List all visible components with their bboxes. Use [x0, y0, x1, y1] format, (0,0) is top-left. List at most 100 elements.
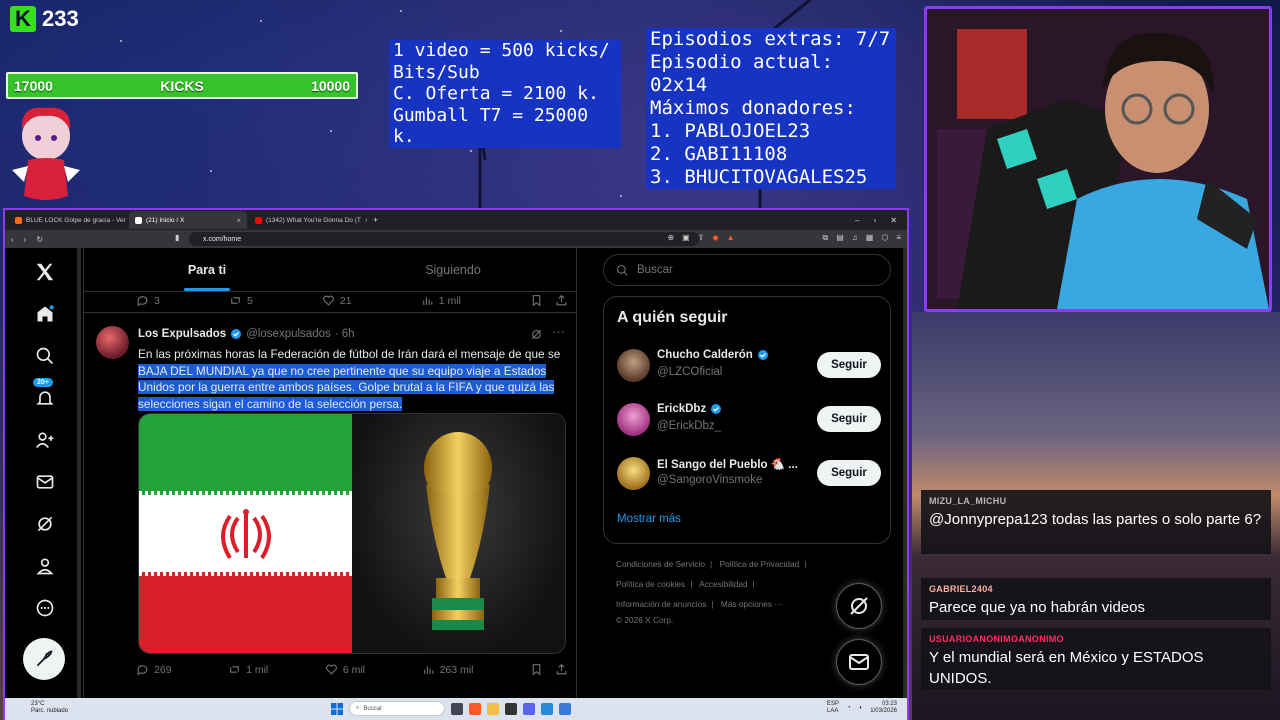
reload-icon[interactable]: ↻ — [36, 235, 43, 244]
footer-link[interactable]: Condiciones de Servicio — [616, 559, 705, 569]
reply-button[interactable]: 269 — [136, 663, 172, 676]
follow-name[interactable]: Chucho Calderón — [657, 349, 769, 361]
close-icon[interactable]: × — [365, 216, 367, 225]
tab-siguiendo[interactable]: Siguiendo — [330, 248, 576, 291]
browser-tab-active[interactable]: (21) Inicio / X × — [129, 211, 247, 229]
forward-icon[interactable]: › — [24, 235, 27, 244]
rewards-icon[interactable]: ▲ — [727, 233, 735, 243]
clock[interactable]: 03:23 1/03/2026 — [870, 701, 897, 715]
media-icon[interactable]: ♫ — [852, 233, 858, 243]
menu-icon[interactable]: ≡ — [896, 233, 901, 243]
avatar[interactable] — [617, 403, 650, 436]
follow-button[interactable]: Seguir — [817, 460, 881, 486]
maximize-icon[interactable]: ▫ — [873, 216, 876, 225]
profile-icon[interactable] — [31, 552, 59, 580]
zoom-icon[interactable]: ⊕ — [667, 233, 674, 243]
brave-icon[interactable] — [469, 702, 481, 715]
messages-button[interactable] — [836, 639, 882, 685]
tweet[interactable]: Los Expulsados @losexpulsados · 6h ··· E… — [84, 312, 576, 676]
footer-link[interactable]: Accesibilidad — [699, 579, 747, 589]
weather-widget[interactable]: 23°C Parc. nublado — [31, 701, 68, 715]
tab-title: BLUE LOCK Golpe de gracia - Ver — [26, 216, 126, 224]
close-window-icon[interactable]: ✕ — [890, 216, 897, 225]
wallet-icon[interactable]: ▦ — [866, 233, 874, 243]
avatar[interactable] — [617, 349, 650, 382]
sidebar-icon[interactable]: ▤ — [836, 233, 844, 243]
footer-link[interactable]: Información de anuncios — [616, 599, 706, 609]
views-button[interactable]: 1 mil — [421, 294, 461, 307]
task-view-icon[interactable] — [451, 702, 463, 715]
follow-button[interactable]: Seguir — [817, 352, 881, 378]
taskbar-search[interactable]: ⌕ Buscar — [349, 701, 445, 716]
follow-suggestion[interactable]: Chucho Calderón @LZCOficial Seguir — [617, 345, 881, 385]
share-icon[interactable]: ⇪ — [698, 233, 705, 243]
footer-link[interactable]: Política de Privacidad — [719, 559, 799, 569]
follow-button[interactable]: Seguir — [817, 406, 881, 432]
follow-suggestion[interactable]: El Sango del Pueblo 🐔 ... @SangoroVinsmo… — [617, 453, 881, 493]
search-input[interactable]: Buscar — [603, 254, 891, 286]
like-button[interactable]: 21 — [322, 294, 352, 307]
repost-button[interactable]: 1 mil — [228, 663, 268, 676]
more-icon[interactable] — [31, 594, 59, 622]
grok-icon[interactable] — [530, 328, 543, 341]
store-icon[interactable] — [541, 702, 553, 715]
bookmark-icon[interactable] — [530, 663, 543, 676]
search-icon: ⌕ — [356, 705, 360, 711]
vpn-icon[interactable]: ⬡ — [881, 233, 888, 243]
x-logo-icon[interactable] — [31, 258, 59, 286]
tweet-time[interactable]: · 6h — [335, 328, 355, 340]
reply-button[interactable]: 3 — [136, 294, 160, 307]
post-button[interactable] — [23, 638, 65, 680]
more-options-icon[interactable]: ··· — [552, 324, 565, 339]
feather-icon — [36, 650, 53, 667]
browser-tab[interactable]: (1342) What You're Gonna Do (T × — [249, 211, 367, 229]
tab-para-ti[interactable]: Para ti — [84, 248, 330, 291]
avatar[interactable] — [617, 457, 650, 490]
like-button[interactable]: 6 mil — [325, 663, 365, 676]
messages-icon[interactable] — [31, 468, 59, 496]
minimize-icon[interactable]: – — [855, 216, 859, 225]
tweet-media[interactable] — [138, 413, 566, 654]
footer-link[interactable]: Política de cookies — [616, 579, 685, 589]
grok-icon[interactable] — [31, 510, 59, 538]
tweet-author-handle[interactable]: @losexpulsados — [246, 328, 331, 340]
footer-link[interactable]: Más opciones ··· — [721, 599, 783, 609]
follow-icon[interactable] — [31, 426, 59, 454]
bookmark-icon[interactable]: ▮ — [175, 233, 179, 242]
file-explorer-icon[interactable] — [487, 702, 499, 715]
search-placeholder: Buscar — [637, 264, 673, 276]
avatar[interactable] — [96, 326, 129, 359]
wifi-icon[interactable]: ◔ — [847, 705, 851, 712]
close-icon[interactable]: × — [236, 216, 241, 225]
new-tab-button[interactable]: + — [369, 215, 382, 225]
url-input[interactable]: x.com/home — [189, 232, 699, 246]
share-icon[interactable] — [555, 663, 568, 676]
tweet-author-name[interactable]: Los Expulsados — [138, 328, 226, 340]
app-icon[interactable] — [559, 702, 571, 715]
page-scrollbar[interactable] — [903, 248, 907, 698]
language-indicator[interactable]: ESP LAA — [827, 701, 839, 715]
show-more-link[interactable]: Mostrar más — [617, 513, 681, 525]
follow-suggestion[interactable]: ErickDbz @ErickDbz_ Seguir — [617, 399, 881, 439]
repost-button[interactable]: 5 — [229, 294, 253, 307]
brave-shield-icon[interactable]: ◆ — [712, 233, 718, 243]
screenshot-icon[interactable]: ▣ — [682, 233, 690, 243]
back-icon[interactable]: ‹ — [11, 235, 14, 244]
explore-icon[interactable] — [31, 342, 59, 370]
grok-button[interactable] — [836, 583, 882, 629]
share-icon[interactable] — [555, 294, 568, 307]
discord-icon[interactable] — [523, 702, 535, 715]
obs-icon[interactable] — [505, 702, 517, 715]
bookmark-icon[interactable] — [530, 294, 543, 307]
volume-icon[interactable]: ◖ — [859, 705, 863, 712]
kicks-bar-right: 10000 — [311, 77, 350, 94]
windows-start-icon[interactable] — [331, 702, 343, 715]
views-button[interactable]: 263 mil — [422, 663, 473, 676]
follow-name[interactable]: El Sango del Pueblo 🐔 ... — [657, 457, 798, 471]
nav-scrollbar[interactable] — [77, 248, 81, 698]
notifications-icon[interactable]: 20+ — [31, 378, 59, 412]
extensions-icon[interactable]: ⧉ — [823, 233, 829, 243]
browser-tab[interactable]: BLUE LOCK Golpe de gracia - Ver × — [9, 211, 127, 229]
home-icon[interactable] — [31, 300, 59, 328]
follow-name[interactable]: ErickDbz — [657, 403, 722, 415]
